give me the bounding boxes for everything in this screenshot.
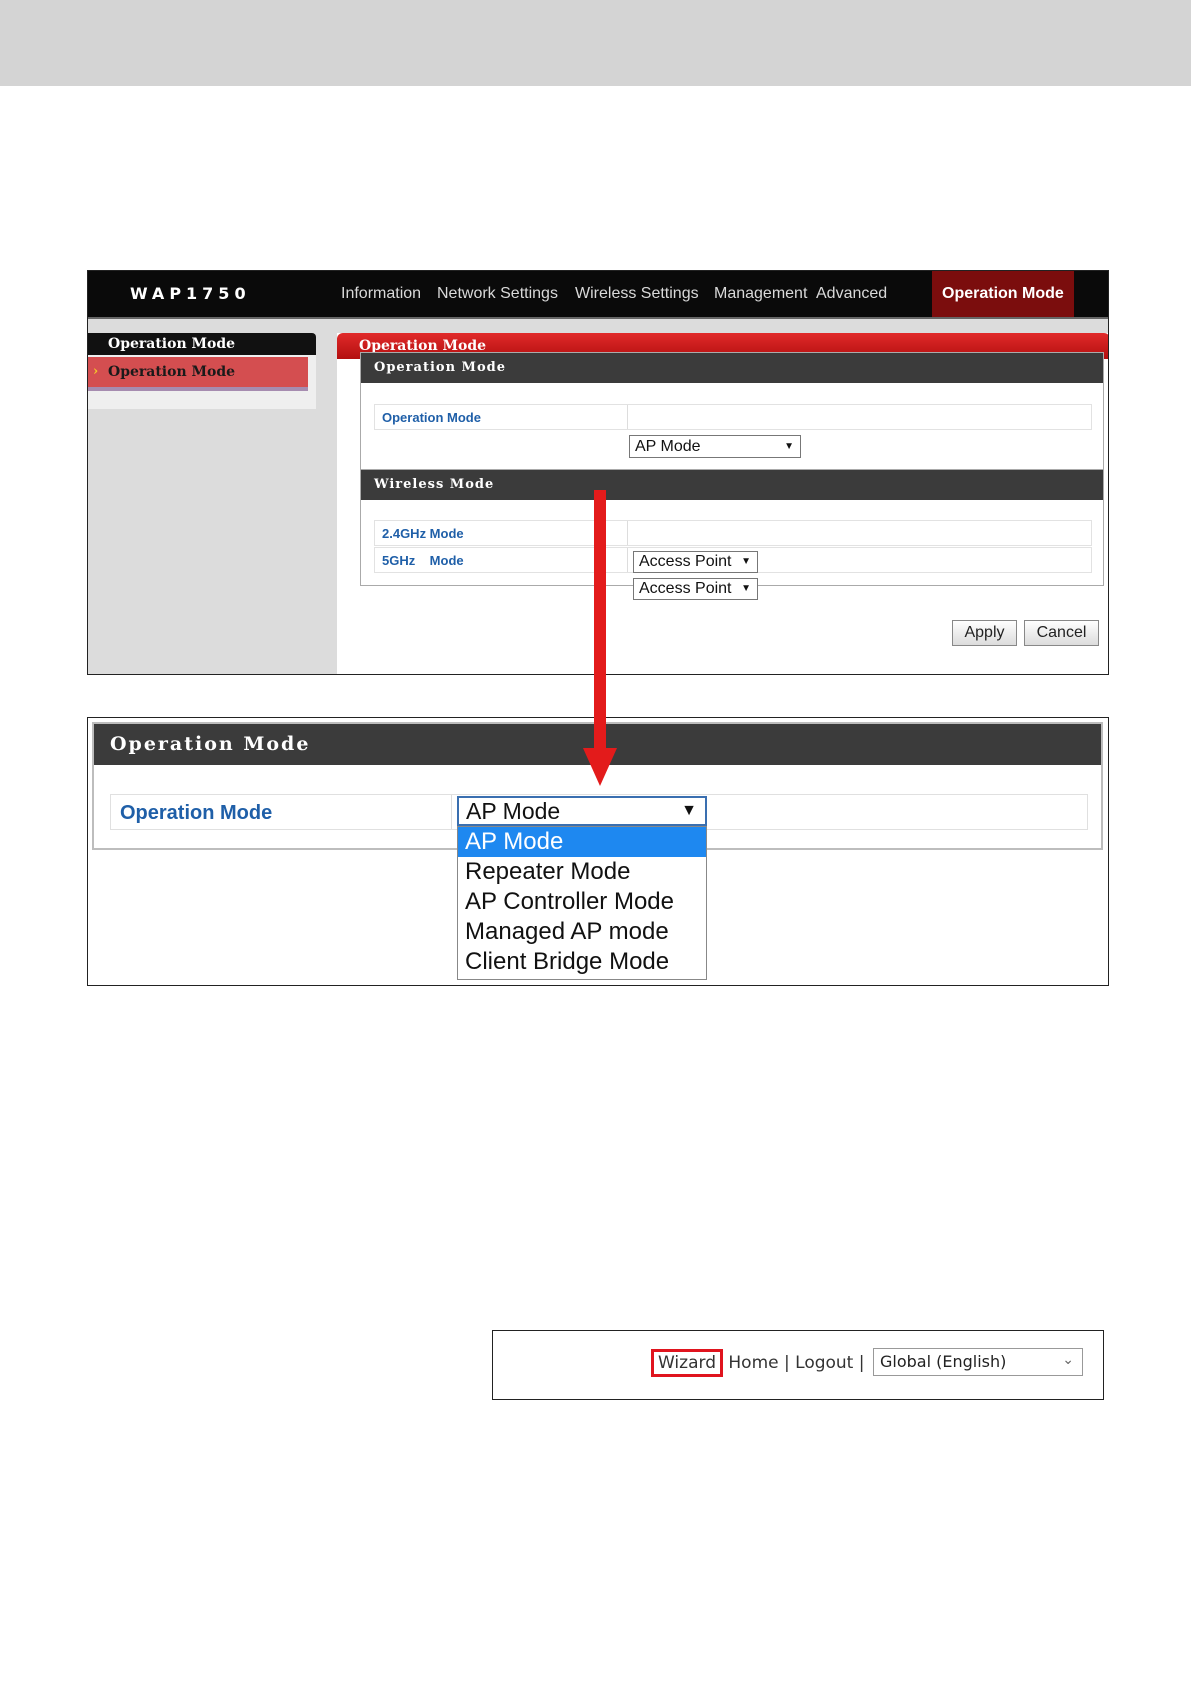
annotation-arrow-head-icon (583, 748, 617, 786)
caret-down-icon: ▼ (741, 583, 751, 594)
nav-operation-mode[interactable]: Operation Mode (932, 271, 1074, 317)
wizard-link[interactable]: Wizard (651, 1349, 723, 1377)
wireless-2g-label: 2.4GHz Mode (382, 526, 464, 541)
operation-mode-select-value: AP Mode (635, 438, 701, 455)
annotation-arrow-shaft (594, 490, 606, 750)
nav-network-settings[interactable]: Network Settings (437, 271, 558, 317)
top-links-screenshot: Wizard Home | Logout | Global (English) … (492, 1330, 1104, 1400)
sidebar-item-operation-mode[interactable]: › Operation Mode (88, 357, 308, 391)
wireless-row-2g: 2.4GHz Mode (374, 520, 1092, 546)
panel-title: Operation Mode (361, 353, 1103, 383)
link-separator: | (858, 1353, 865, 1373)
row-divider (627, 548, 628, 572)
navbar-divider (88, 317, 1108, 319)
home-link[interactable]: Home (728, 1353, 778, 1373)
chevron-right-icon: › (93, 364, 99, 379)
wireless-5g-select-value: Access Point (639, 580, 732, 597)
sidebar-header: Operation Mode (88, 333, 316, 355)
chevron-down-icon: ⌄ (1062, 1352, 1074, 1368)
nav-information[interactable]: Information (341, 271, 421, 317)
dropdown-option-ap-controller-mode[interactable]: AP Controller Mode (458, 887, 706, 917)
operation-mode-select-open[interactable]: AP Mode ▼ (457, 796, 707, 826)
apply-button[interactable]: Apply (952, 620, 1017, 646)
caret-down-icon: ▼ (784, 441, 794, 452)
wireless-5g-select[interactable]: Access Point ▼ (633, 578, 758, 600)
row-divider (627, 521, 628, 545)
operation-mode-dropdown-list: AP Mode Repeater Mode AP Controller Mode… (457, 826, 707, 980)
select-value: AP Mode (466, 798, 561, 824)
panel-title: Wireless Mode (361, 470, 1103, 500)
logout-link[interactable]: Logout (795, 1353, 853, 1373)
nav-wireless-settings[interactable]: Wireless Settings (575, 271, 699, 317)
language-select-value: Global (English) (880, 1352, 1007, 1371)
row-divider (451, 795, 452, 829)
dropdown-option-managed-ap-mode[interactable]: Managed AP mode (458, 917, 706, 947)
nav-advanced[interactable]: Advanced (816, 271, 887, 317)
dropdown-option-repeater-mode[interactable]: Repeater Mode (458, 857, 706, 887)
operation-mode-label: Operation Mode (120, 802, 273, 824)
brand-logo: WAP1750 (130, 284, 251, 303)
operation-mode-label: Operation Mode (382, 410, 481, 425)
nav-management[interactable]: Management (714, 271, 807, 317)
cancel-button[interactable]: Cancel (1024, 620, 1099, 646)
operation-mode-select[interactable]: AP Mode ▼ (629, 435, 801, 458)
caret-down-icon: ▼ (741, 556, 751, 567)
link-separator: | (784, 1353, 790, 1373)
dropdown-option-client-bridge-mode[interactable]: Client Bridge Mode (458, 947, 706, 977)
wireless-2g-select-value: Access Point (639, 553, 732, 570)
top-links-bar: Wizard Home | Logout | (651, 1349, 865, 1377)
operation-mode-row: Operation Mode (374, 404, 1092, 430)
wireless-2g-select[interactable]: Access Point ▼ (633, 551, 758, 573)
top-navbar: WAP1750 Information Network Settings Wir… (88, 271, 1108, 317)
dropdown-option-ap-mode[interactable]: AP Mode (458, 827, 706, 857)
sidebar-item-label: Operation Mode (108, 364, 236, 380)
row-divider (627, 405, 628, 429)
caret-down-icon: ▼ (681, 802, 697, 819)
page-header-band (0, 0, 1191, 86)
language-select[interactable]: Global (English) ⌄ (873, 1348, 1083, 1376)
wireless-5g-label: 5GHz Mode (382, 553, 464, 568)
